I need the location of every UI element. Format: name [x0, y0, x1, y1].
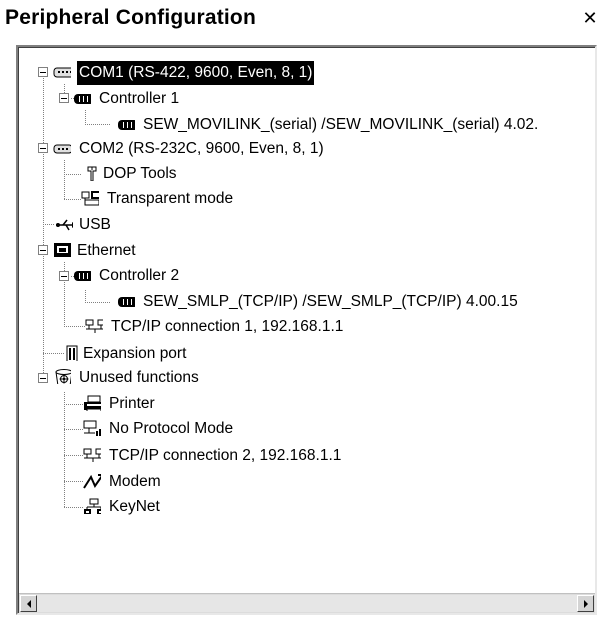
tree-label-usb: USB — [79, 216, 111, 233]
tree-label-com1: COM1 (RS-422, 9600, Even, 8, 1) — [77, 61, 315, 85]
tree-label-no-protocol-mode: No Protocol Mode — [109, 420, 234, 437]
controller-icon — [74, 94, 91, 104]
no-protocol-icon — [83, 420, 101, 436]
ethernet-icon — [54, 243, 71, 257]
tree-label-printer: Printer — [109, 395, 155, 412]
tree-label-modem: Modem — [109, 473, 161, 490]
title-bar[interactable]: Peripheral Configuration ✕ — [0, 0, 601, 42]
horizontal-scrollbar[interactable] — [19, 593, 595, 613]
network-icon — [85, 319, 103, 333]
controller-icon — [118, 297, 135, 307]
scroll-right-button[interactable] — [577, 595, 594, 612]
peripheral-configuration-window: Peripheral Configuration ✕ COM1 (RS-422,… — [0, 0, 601, 627]
arrow-left-icon — [27, 600, 31, 608]
printer-icon — [84, 395, 101, 411]
tree-label-tcpip-connection-1: TCP/IP connection 1, 192.168.1.1 — [111, 318, 344, 335]
tree-label-transparent-mode: Transparent mode — [107, 190, 234, 207]
transparent-mode-icon — [81, 191, 99, 206]
tree-label-expansion-port: Expansion port — [83, 345, 187, 362]
tree-label-com2: COM2 (RS-232C, 9600, Even, 8, 1) — [79, 140, 324, 157]
tree-label-controller-2: Controller 2 — [99, 267, 180, 284]
peripheral-tree[interactable]: COM1 (RS-422, 9600, Even, 8, 1) Controll… — [19, 48, 595, 593]
tree-label-keynet: KeyNet — [109, 498, 160, 515]
unused-functions-icon — [55, 369, 71, 384]
tree-label-driver-1: SEW_MOVILINK_(serial) /SEW_MOVILINK_(ser… — [143, 116, 539, 133]
window-title: Peripheral Configuration — [5, 6, 256, 29]
tree-label-unused-functions: Unused functions — [79, 369, 199, 386]
tree-label-tcpip-connection-2: TCP/IP connection 2, 192.168.1.1 — [109, 447, 342, 464]
tree-label-dop-tools: DOP Tools — [103, 165, 177, 182]
modem-icon — [83, 474, 101, 489]
tree-panel: COM1 (RS-422, 9600, Even, 8, 1) Controll… — [16, 45, 597, 615]
tree-label-ethernet: Ethernet — [77, 242, 136, 259]
scrollbar-track[interactable] — [37, 595, 577, 612]
usb-icon — [56, 219, 73, 231]
arrow-right-icon — [584, 600, 588, 608]
scroll-left-button[interactable] — [20, 595, 37, 612]
serial-port-icon — [53, 67, 71, 78]
controller-icon — [74, 271, 91, 281]
keynet-icon — [84, 498, 101, 514]
tree-label-driver-2: SEW_SMLP_(TCP/IP) /SEW_SMLP_(TCP/IP) 4.0… — [143, 293, 518, 310]
network-icon — [83, 448, 101, 462]
close-icon[interactable]: ✕ — [581, 10, 599, 28]
controller-icon — [118, 120, 135, 130]
serial-port-icon — [53, 144, 71, 154]
tree-label-controller-1: Controller 1 — [99, 90, 180, 107]
